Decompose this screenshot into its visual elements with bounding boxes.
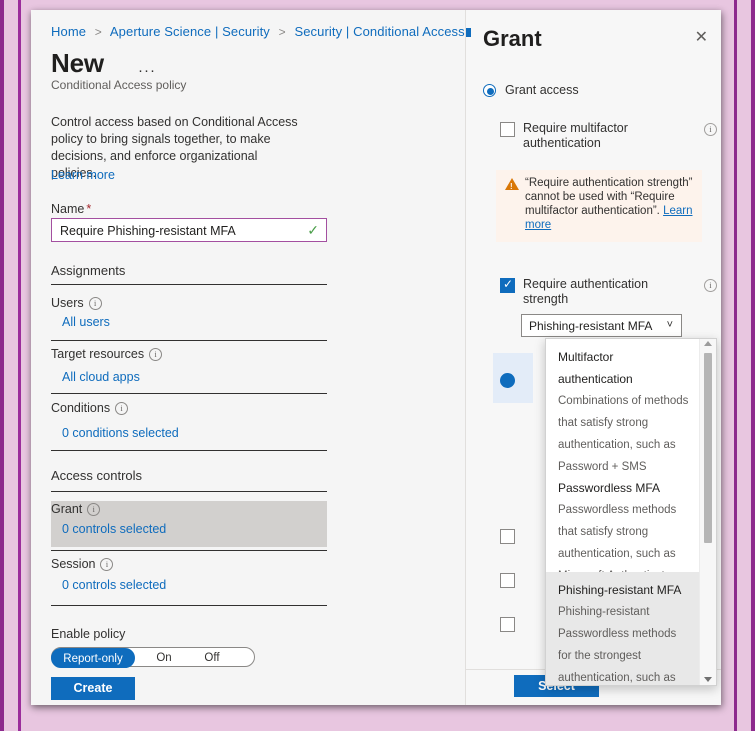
occluded-grant-control-checkbox-3[interactable]: [500, 617, 515, 632]
session-label: Session i: [51, 557, 114, 571]
breadcrumb-item-aperture-security[interactable]: Aperture Science | Security: [110, 24, 270, 39]
dropdown-option-title: Passwordless MFA: [558, 481, 661, 495]
name-input-wrapper[interactable]: ✓: [51, 218, 327, 243]
dropdown-option-title: Multifactor authentication: [558, 350, 633, 386]
required-marker: *: [86, 202, 92, 216]
access-controls-heading: Access controls: [51, 468, 143, 483]
page-title: New: [51, 48, 104, 78]
conditions-label: Conditions i: [51, 401, 129, 415]
info-icon[interactable]: i: [149, 348, 163, 361]
grant-panel-title: Grant: [483, 26, 542, 51]
learn-more-link[interactable]: Learn more: [51, 168, 115, 182]
divider: [51, 550, 327, 551]
warning-banner: ! “Require authentication strength” cann…: [496, 170, 702, 242]
info-icon[interactable]: i: [704, 279, 717, 292]
breadcrumb-separator: >: [278, 25, 286, 39]
info-icon[interactable]: i: [115, 402, 129, 415]
warning-exclamation-glyph: !: [510, 182, 513, 191]
session-label-text: Session: [51, 557, 96, 571]
toggle-option-off[interactable]: Off: [192, 648, 232, 668]
info-icon[interactable]: i: [87, 503, 101, 516]
checkmark-icon: ✓: [503, 277, 514, 291]
scroll-down-arrow-icon[interactable]: [704, 677, 712, 682]
grant-value-link[interactable]: 0 controls selected: [62, 522, 166, 536]
info-icon[interactable]: i: [88, 297, 102, 310]
occluded-checked-control-icon[interactable]: [500, 373, 515, 388]
portal-window: Home > Aperture Science | Security > Sec…: [31, 10, 721, 705]
dropdown-scrollbar[interactable]: [699, 339, 716, 685]
grant-label-text: Grant: [51, 502, 83, 516]
dropdown-option-multifactor-authentication[interactable]: Multifactor authentication Combinations …: [546, 339, 701, 485]
target-resources-label-text: Target resources: [51, 347, 145, 361]
dropdown-option-description: Combinations of methods that satisfy str…: [558, 395, 689, 473]
grant-access-label: Grant access: [505, 83, 579, 97]
name-label: Name *: [51, 202, 91, 216]
divider: [51, 450, 327, 451]
create-button[interactable]: Create: [51, 677, 135, 700]
divider: [51, 340, 327, 341]
radio-inner: [487, 88, 494, 95]
dropdown-option-title: Phishing-resistant MFA: [558, 583, 682, 597]
chevron-down-icon: ˅: [666, 319, 673, 331]
checkmark-icon: ✓: [307, 222, 319, 238]
dropdown-option-description: Phishing-resistant Passwordless methods …: [558, 606, 677, 684]
target-resources-label: Target resources i: [51, 347, 163, 361]
occluded-grant-control-checkbox-1[interactable]: [500, 529, 515, 544]
occluded-grant-control-checkbox-2[interactable]: [500, 573, 515, 588]
breadcrumb-item-conditional-access[interactable]: Security | Conditional Access: [294, 24, 464, 39]
divider: [51, 605, 327, 606]
authentication-strength-dropdown-list[interactable]: Multifactor authentication Combinations …: [545, 338, 717, 686]
breadcrumb-separator: >: [94, 25, 102, 39]
toggle-option-on[interactable]: On: [144, 648, 184, 668]
page-subtitle: Conditional Access policy: [51, 78, 187, 92]
dropdown-option-phishing-resistant-mfa[interactable]: Phishing-resistant MFA Phishing-resistan…: [546, 572, 701, 685]
assignments-heading: Assignments: [51, 263, 126, 278]
users-value-link[interactable]: All users: [62, 315, 110, 329]
users-label: Users i: [51, 296, 102, 310]
target-resources-value-link[interactable]: All cloud apps: [62, 370, 140, 384]
breadcrumb: Home > Aperture Science | Security > Sec…: [51, 24, 465, 39]
require-authentication-strength-checkbox[interactable]: ✓: [500, 277, 515, 293]
authentication-strength-select[interactable]: Phishing-resistant MFA ˅: [521, 314, 682, 337]
conditional-access-new-policy-blade: Home > Aperture Science | Security > Sec…: [31, 10, 465, 705]
scrollbar-thumb[interactable]: [704, 353, 712, 543]
warning-text: “Require authentication strength” cannot…: [525, 176, 695, 232]
frame-edge-right: [734, 0, 737, 731]
require-multifactor-authentication-checkbox[interactable]: [500, 122, 515, 137]
frame-edge-left: [18, 0, 21, 731]
authentication-strength-select-value: Phishing-resistant MFA: [529, 319, 653, 333]
name-label-text: Name: [51, 202, 85, 216]
name-input[interactable]: [58, 219, 294, 243]
conditions-value-link[interactable]: 0 conditions selected: [62, 426, 179, 440]
close-icon[interactable]: ✕: [695, 30, 708, 46]
users-label-text: Users: [51, 296, 84, 310]
enable-policy-label: Enable policy: [51, 627, 126, 641]
divider: [51, 393, 327, 394]
grant-label: Grant i: [51, 502, 101, 516]
divider: [51, 284, 327, 285]
more-options-icon[interactable]: ···: [138, 62, 156, 79]
info-icon[interactable]: i: [100, 558, 114, 571]
toggle-option-report-only[interactable]: Report-only: [51, 648, 135, 668]
session-value-link[interactable]: 0 controls selected: [62, 578, 166, 592]
panel-accent-bar: [466, 28, 471, 37]
require-authentication-strength-label: Require authentication strength: [523, 277, 649, 306]
conditions-label-text: Conditions: [51, 401, 111, 415]
require-multifactor-authentication-label: Require multifactor authentication: [523, 121, 628, 150]
radio-outer: [483, 84, 496, 97]
info-icon[interactable]: i: [704, 123, 717, 136]
divider: [51, 491, 327, 492]
breadcrumb-item-home[interactable]: Home: [51, 24, 86, 39]
scroll-up-arrow-icon[interactable]: [704, 341, 712, 346]
enable-policy-toggle[interactable]: Report-only On Off: [51, 647, 255, 668]
